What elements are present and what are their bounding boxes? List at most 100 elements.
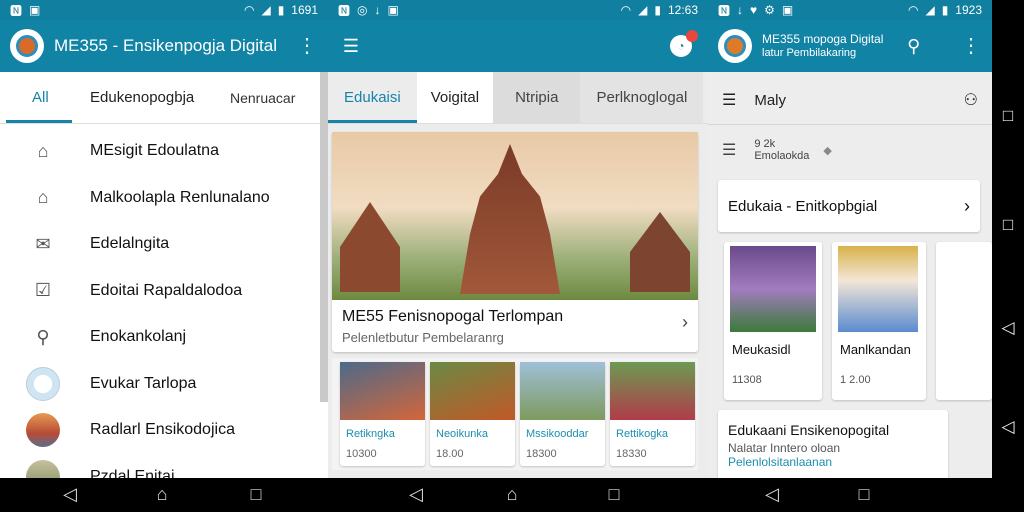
content-card-partial[interactable] (936, 242, 992, 400)
app-logo[interactable] (718, 29, 752, 63)
bottom-card[interactable]: Edukaani Ensikenopogital Nalatar Inntero… (718, 410, 948, 478)
content-card[interactable]: Meukasidl 11308 (724, 242, 822, 400)
tab-bar: Edukaisi Voigital Ntripia Perlknoglogal (328, 72, 708, 124)
building-icon: ⌂ (37, 187, 49, 208)
search-icon: ⚲ (36, 326, 50, 347)
back-button[interactable]: ◁ (998, 417, 1018, 437)
home-button[interactable]: ⌂ (500, 484, 524, 504)
thumb-image (610, 362, 695, 420)
photo-icon: ▣ (387, 3, 399, 17)
header-subtitle: latur Pembilakaring (762, 46, 857, 59)
notification-n-icon: 🅽 (10, 3, 23, 18)
small-icon: ◆ (823, 144, 832, 157)
status-bar: 🅽 ↓ ♥ ⚙ ▣ ◠ ◢ ▮ 1923 (708, 0, 992, 20)
battery-icon: ▮ (941, 3, 949, 17)
clock: 1923 (955, 3, 982, 17)
notification-n-icon: 🅽 (338, 3, 351, 18)
app-title: ME355 - Ensikenpogja Digital (54, 36, 278, 55)
mail-icon: ✉ (35, 233, 51, 254)
filter-row[interactable]: ☰ Maly ⚇ (708, 80, 992, 120)
back-button[interactable]: ◁ (998, 318, 1018, 338)
thumb-image (340, 362, 425, 420)
chevron-right-icon[interactable]: › (682, 312, 688, 333)
thumb-card[interactable]: Neoikunka 18.00 (430, 362, 515, 466)
menu-item[interactable]: ⌂ Malkoolapla Renlunalano (0, 175, 328, 222)
clock: 12:63 (667, 3, 698, 17)
thumb-card[interactable]: Retikngka 10300 (340, 362, 425, 466)
recents-button[interactable]: □ (602, 484, 626, 504)
thumb-image (430, 362, 515, 420)
photo-icon: ▣ (781, 3, 794, 17)
back-button[interactable]: ◁ (760, 484, 784, 504)
thumb-card[interactable]: Rettikogka 18330 (610, 362, 695, 466)
scrollbar[interactable] (320, 72, 328, 402)
menu-item[interactable]: Radlarl Ensikodojica (0, 407, 328, 454)
tab-perlknoglogal[interactable]: Perlknoglogal (580, 72, 704, 123)
tab-nenruacar[interactable]: Nenruacar (222, 72, 303, 123)
download-icon: ↓ (374, 3, 381, 17)
section-card[interactable]: Edukaia - Enitkopbgial › (718, 180, 980, 232)
gear-icon: ⚙ (764, 3, 775, 17)
menu-item[interactable]: ☑ Edoitai Rapaldalodoa (0, 268, 328, 315)
side-navigation-bar: □ □ ◁ ◁ (992, 0, 1024, 512)
back-button[interactable]: ◁ (404, 484, 428, 504)
list-icon: ☰ (722, 142, 737, 159)
recents-button[interactable]: □ (852, 484, 876, 504)
tab-ntripia[interactable]: Ntripia (493, 72, 581, 123)
chevron-right-icon: › (964, 195, 970, 216)
tab-voigital[interactable]: Voigital (416, 72, 494, 123)
divider (708, 124, 992, 125)
menu-item[interactable]: Evukar Tarlopa (0, 361, 328, 408)
app-bar: ME355 mopoga Digital latur Pembilakaring… (708, 20, 992, 72)
avatar (26, 366, 60, 401)
home-button[interactable]: ⌂ (150, 484, 174, 504)
check-mail-icon: ☑ (34, 280, 52, 301)
download-icon: ↓ (737, 3, 744, 17)
screen-drawer: 🅽 ▣ ◠ ◢ ▮ 1691 ME355 - Ensikenpogja Digital … (0, 0, 328, 478)
home-icon: ⌂ (37, 140, 49, 161)
app-logo[interactable] (10, 29, 44, 63)
system-navigation-bar: ◁ ⌂ □ ◁ ⌂ □ ◁ □ (0, 478, 1024, 512)
signal-icon: ◢ (638, 3, 648, 17)
tab-edukaisi[interactable]: Edukaisi (328, 72, 417, 123)
hero-subtitle: Pelenletbutur Pembelaranrg (342, 330, 504, 345)
heart-icon: ♥ (750, 3, 758, 17)
battery-icon: ▮ (654, 3, 661, 17)
recents-button[interactable]: □ (244, 484, 268, 504)
tab-edukenopogbja[interactable]: Edukenopogbja (72, 72, 222, 123)
menu-item[interactable]: ✉ Edelalngita (0, 221, 328, 268)
back-button[interactable]: ◁ (58, 484, 82, 504)
thumb-card[interactable]: Mssikooddar 18300 (520, 362, 605, 466)
thumb-image (520, 362, 605, 420)
screen-detail: 🅽 ↓ ♥ ⚙ ▣ ◠ ◢ ▮ 1923 ME355 mopoga Digital latur… (708, 0, 992, 478)
menu-item[interactable]: Pzdal Enitai (0, 454, 328, 478)
hero-title: ME55 Fenisnopogal Terlompan (342, 308, 564, 325)
card-image (730, 246, 816, 332)
screen-feed: 🅽 ◎ ↓ ▣ ◠ ◢ ▮ 12:63 ☰ ◔ Edukaisi Voigital Ntri… (328, 0, 708, 478)
notification-bell-icon[interactable]: ◔ (670, 30, 698, 57)
info-row: ☰ 9 2k Emolaokda ◆ (722, 138, 832, 162)
notification-badge (686, 30, 698, 42)
photo-icon: ▣ (29, 3, 41, 17)
avatar (26, 413, 60, 448)
recents-button[interactable]: □ (998, 215, 1018, 235)
recents-button[interactable]: □ (998, 106, 1018, 126)
app-bar: ME355 - Ensikenpogja Digital ⋮ (0, 20, 328, 72)
notification-n-icon: 🅽 (718, 3, 731, 18)
wifi-icon: ◠ (907, 3, 919, 17)
more-options-icon[interactable]: ⋮ (296, 36, 318, 56)
search-icon[interactable]: ⚲ (907, 36, 920, 57)
hero-card[interactable]: ME55 Fenisnopogal Terlompan Pelenletbutu… (332, 132, 698, 352)
hamburger-menu-icon[interactable]: ☰ (340, 37, 362, 55)
tab-all[interactable]: All (6, 72, 72, 123)
wifi-icon: ◠ (243, 3, 255, 17)
menu-item[interactable]: ⌂ MEsigit Edoulatna (0, 128, 328, 175)
drawer-menu: ⌂ MEsigit Edoulatna ⌂ Malkoolapla Renlunal… (0, 128, 328, 478)
status-bar: 🅽 ◎ ↓ ▣ ◠ ◢ ▮ 12:63 (328, 0, 708, 20)
card-image (838, 246, 918, 332)
more-options-icon[interactable]: ⋮ (960, 36, 982, 56)
person-icon[interactable]: ⚇ (964, 90, 978, 110)
signal-icon: ◢ (925, 3, 935, 17)
menu-item[interactable]: ⚲ Enokankolanj (0, 314, 328, 361)
content-card[interactable]: Manlkandan 1 2.00 (832, 242, 926, 400)
